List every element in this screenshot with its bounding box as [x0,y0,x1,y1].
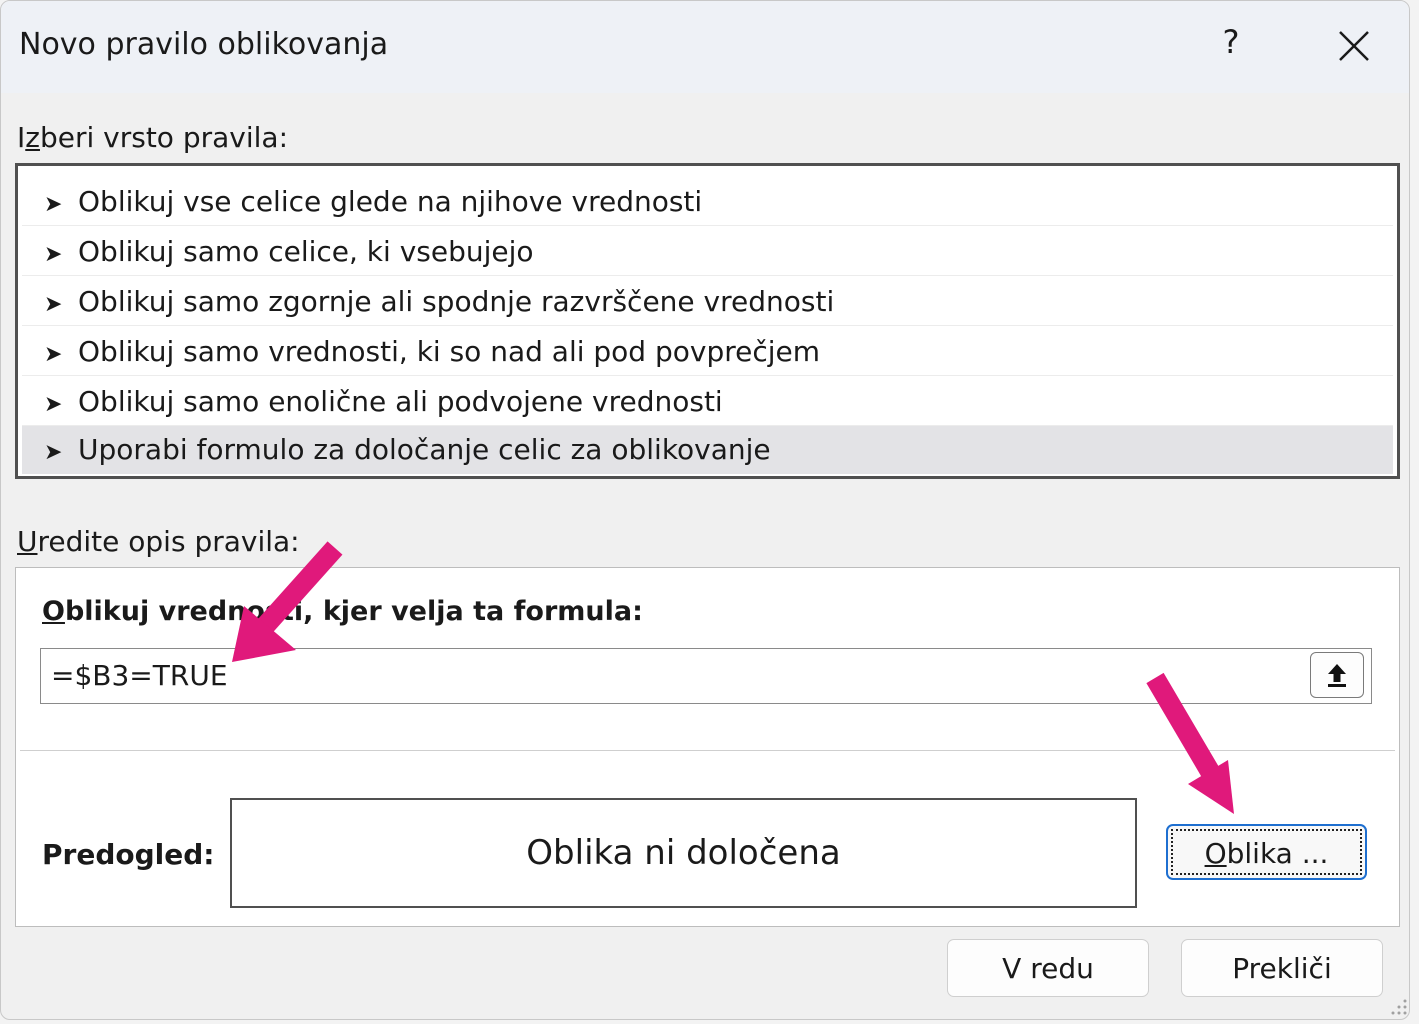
rule-type-label: Izberi vrsto pravila: [17,121,289,154]
arrow-bullet-icon: ➤ [44,242,63,267]
rule-type-item[interactable]: ➤ Oblikuj vse celice glede na njihove vre… [22,178,1393,226]
arrow-bullet-icon: ➤ [44,392,63,417]
resize-grip-icon[interactable] [1387,995,1409,1017]
help-button[interactable]: ? [1213,23,1249,71]
ok-button[interactable]: V redu [947,939,1149,997]
upload-arrow-icon [1328,664,1346,687]
dialog-title: Novo pravilo oblikovanja [19,27,389,62]
close-icon [1339,31,1369,61]
rule-description-panel: Oblikuj vrednosti, kjer velja ta formula… [15,567,1400,927]
rule-type-item[interactable]: ➤ Oblikuj samo vrednosti, ki so nad ali p… [22,328,1393,376]
arrow-bullet-icon: ➤ [44,192,63,217]
preview-box: Oblika ni določena [230,798,1137,908]
rule-type-item-selected[interactable]: ➤ Uporabi formulo za določanje celic za o… [22,426,1393,474]
arrow-bullet-icon: ➤ [44,440,63,465]
preview-label: Predogled: [42,838,215,871]
formula-label: Oblikuj vrednosti, kjer velja ta formula… [42,596,643,627]
arrow-bullet-icon: ➤ [44,292,63,317]
rule-description-label: Uredite opis pravila: [17,525,300,558]
close-button[interactable] [1321,17,1385,77]
rule-type-list[interactable]: ➤ Oblikuj vse celice glede na njihove vre… [15,163,1400,479]
cancel-button[interactable]: Prekliči [1181,939,1383,997]
arrow-bullet-icon: ➤ [44,342,63,367]
format-button[interactable]: Oblika ... [1166,824,1367,880]
divider [20,750,1395,751]
rule-type-item[interactable]: ➤ Oblikuj samo enolične ali podvojene vre… [22,378,1393,426]
formula-input[interactable]: =$B3=TRUE [40,648,1372,704]
new-formatting-rule-dialog: Novo pravilo oblikovanja ? Izberi vrsto … [0,0,1410,1020]
collapse-dialog-button[interactable] [1310,652,1364,698]
rule-type-item[interactable]: ➤ Oblikuj samo zgornje ali spodnje razvrš… [22,278,1393,326]
rule-type-item[interactable]: ➤ Oblikuj samo celice, ki vsebujejo [22,228,1393,276]
title-bar: Novo pravilo oblikovanja ? [1,1,1409,93]
